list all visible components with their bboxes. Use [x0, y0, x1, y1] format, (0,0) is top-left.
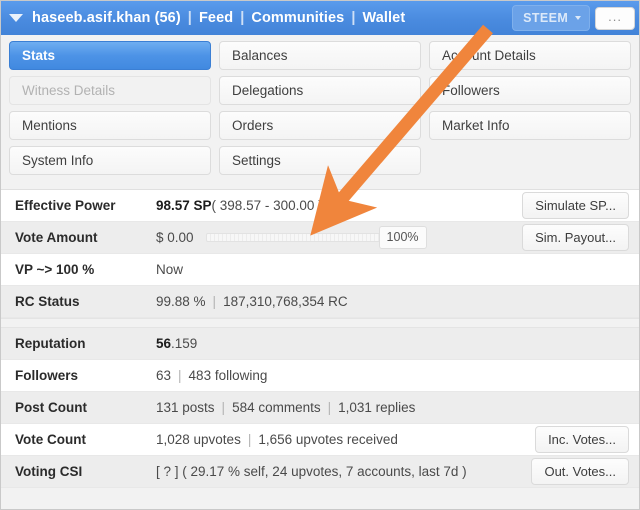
table-row: Reputation 56 .159: [1, 328, 639, 360]
rc-percent: 99.88 %: [156, 294, 206, 309]
vp-recharge-value: Now: [156, 262, 184, 277]
effective-power-amount: 98.57 SP: [156, 198, 212, 213]
nav-link-feed[interactable]: Feed: [199, 10, 233, 26]
reputation-decimal: .159: [171, 336, 198, 351]
tab-system-info[interactable]: System Info: [9, 146, 211, 175]
tab-witness-details: Witness Details: [9, 76, 211, 105]
tab-row: System Info Settings: [9, 146, 631, 175]
stats-table: Effective Power 98.57 SP ( 398.57 - 300.…: [1, 189, 639, 488]
tab-delegations[interactable]: Delegations: [219, 76, 421, 105]
slider-track[interactable]: [205, 233, 381, 242]
tab-settings[interactable]: Settings: [219, 146, 421, 175]
row-label-rc-status: RC Status: [15, 294, 80, 309]
rc-amount: 187,310,768,354 RC: [223, 294, 348, 309]
row-value-post-count: 131 posts | 584 comments | 1,031 replies: [148, 400, 639, 415]
row-value-followers: 63 | 483 following: [148, 368, 639, 383]
outgoing-votes-button[interactable]: Out. Votes...: [531, 458, 629, 485]
table-section-divider: [1, 318, 639, 328]
value-separator: |: [178, 368, 182, 383]
following-count: 483 following: [188, 368, 268, 383]
comments-count: 584 comments: [232, 400, 321, 415]
tab-account-details[interactable]: Account Details: [429, 41, 631, 70]
simulate-sp-button[interactable]: Simulate SP...: [522, 192, 629, 219]
posts-count: 131 posts: [156, 400, 215, 415]
top-navigation-bar: haseeb.asif.khan (56) | Feed | Communiti…: [1, 1, 639, 35]
row-action-voting-csi: Out. Votes...: [531, 458, 639, 485]
row-label-followers: Followers: [15, 368, 79, 383]
row-label-reputation: Reputation: [15, 336, 86, 351]
row-action-vote-amount: Sim. Payout...: [522, 224, 639, 251]
table-row: RC Status 99.88 % | 187,310,768,354 RC: [1, 286, 639, 318]
row-label-effective-power: Effective Power: [15, 198, 116, 213]
table-row: Vote Amount $ 0.00 100% Sim. Payout...: [1, 222, 639, 254]
row-value-reputation: 56 .159: [148, 336, 639, 351]
sim-payout-button[interactable]: Sim. Payout...: [522, 224, 629, 251]
tab-market-info[interactable]: Market Info: [429, 111, 631, 140]
currency-selector[interactable]: STEEM: [512, 5, 591, 31]
row-action-effective-power: Simulate SP...: [522, 192, 639, 219]
table-row: Followers 63 | 483 following: [1, 360, 639, 392]
upvotes-given: 1,028 upvotes: [156, 432, 241, 447]
row-label-vote-count: Vote Count: [15, 432, 86, 447]
nav-username[interactable]: haseeb.asif.khan (56): [32, 10, 181, 26]
tab-mentions[interactable]: Mentions: [9, 111, 211, 140]
row-action-vote-count: Inc. Votes...: [535, 426, 639, 453]
value-separator: |: [327, 400, 332, 415]
tab-row: Stats Balances Account Details: [9, 41, 631, 70]
nav-link-wallet[interactable]: Wallet: [363, 10, 406, 26]
table-row: Post Count 131 posts | 584 comments | 1,…: [1, 392, 639, 424]
value-separator: |: [221, 400, 226, 415]
chevron-down-icon: [575, 16, 582, 20]
table-row: Voting CSI [ ? ] ( 29.17 % self, 24 upvo…: [1, 456, 639, 488]
effective-power-range: ( 398.57 - 300.00 ): [211, 198, 323, 213]
more-menu-button[interactable]: ...: [595, 6, 635, 30]
currency-label: STEEM: [523, 11, 569, 25]
value-separator: |: [247, 432, 252, 447]
row-value-vote-count: 1,028 upvotes | 1,656 upvotes received: [148, 432, 535, 447]
tab-row: Witness Details Delegations Followers: [9, 76, 631, 105]
tab-balances[interactable]: Balances: [219, 41, 421, 70]
upvotes-received: 1,656 upvotes received: [258, 432, 398, 447]
reputation-integer: 56: [156, 336, 172, 351]
row-label-vote-amount: Vote Amount: [15, 230, 98, 245]
table-row: VP ~> 100 % Now: [1, 254, 639, 286]
nav-separator-2: |: [240, 10, 245, 26]
tab-stats[interactable]: Stats: [9, 41, 211, 70]
nav-separator-1: |: [187, 10, 192, 26]
tab-followers[interactable]: Followers: [429, 76, 631, 105]
tab-row: Mentions Orders Market Info: [9, 111, 631, 140]
nav-right-controls: STEEM ...: [512, 5, 635, 31]
voting-csi-detail: [ ? ] ( 29.17 % self, 24 upvotes, 7 acco…: [156, 464, 467, 479]
account-stats-window: haseeb.asif.khan (56) | Feed | Communiti…: [0, 0, 640, 510]
value-separator: |: [212, 294, 217, 309]
row-label-voting-csi: Voting CSI: [15, 464, 83, 479]
vote-weight-slider[interactable]: 100%: [205, 226, 427, 249]
nav-links: haseeb.asif.khan (56) | Feed | Communiti…: [32, 10, 405, 26]
table-row: Vote Count 1,028 upvotes | 1,656 upvotes…: [1, 424, 639, 456]
tab-placeholder: [429, 146, 631, 175]
followers-count: 63: [156, 368, 172, 383]
row-value-rc-status: 99.88 % | 187,310,768,354 RC: [148, 294, 639, 309]
row-label-vp-recharge: VP ~> 100 %: [15, 262, 95, 277]
nav-separator-3: |: [351, 10, 356, 26]
incoming-votes-button[interactable]: Inc. Votes...: [535, 426, 629, 453]
tab-grid: Stats Balances Account Details Witness D…: [1, 35, 639, 183]
tab-orders[interactable]: Orders: [219, 111, 421, 140]
row-value-vote-amount: $ 0.00 100%: [148, 226, 522, 249]
nav-link-communities[interactable]: Communities: [251, 10, 344, 26]
chevron-down-icon[interactable]: [9, 14, 23, 22]
vote-amount-value: $ 0.00: [156, 230, 194, 245]
row-value-voting-csi: [ ? ] ( 29.17 % self, 24 upvotes, 7 acco…: [148, 464, 531, 479]
row-label-post-count: Post Count: [15, 400, 87, 415]
table-row: Effective Power 98.57 SP ( 398.57 - 300.…: [1, 190, 639, 222]
slider-percent-badge: 100%: [378, 226, 427, 249]
row-value-vp-recharge: Now: [148, 262, 639, 277]
replies-count: 1,031 replies: [338, 400, 416, 415]
row-value-effective-power: 98.57 SP ( 398.57 - 300.00 ): [148, 198, 522, 213]
